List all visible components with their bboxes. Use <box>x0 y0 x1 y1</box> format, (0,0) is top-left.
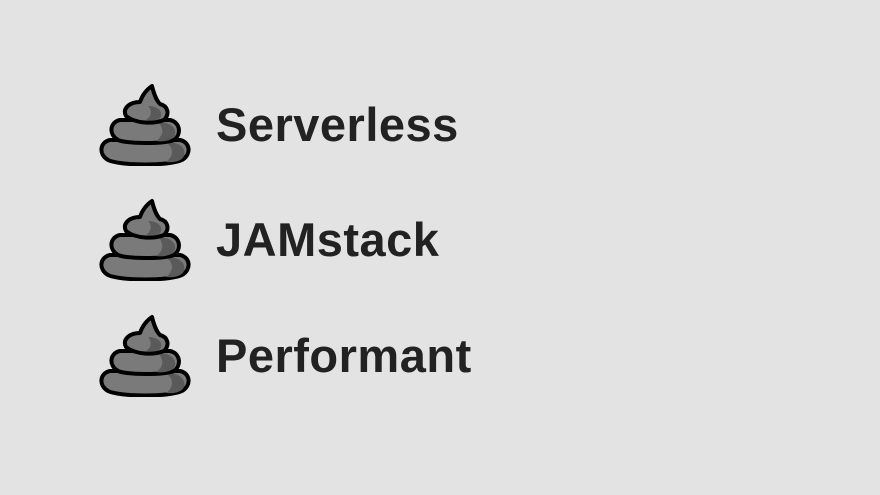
slide: Serverless JAMstack Performant <box>0 0 880 495</box>
pile-of-poo-icon <box>99 84 191 166</box>
item-label: Performant <box>216 328 472 382</box>
item-label: Serverless <box>216 97 459 151</box>
pile-of-poo-icon <box>99 315 191 397</box>
list-item: Performant <box>96 313 472 397</box>
list-item: JAMstack <box>96 197 439 281</box>
pile-of-poo-icon <box>99 199 191 281</box>
list-item: Serverless <box>96 82 459 166</box>
item-label: JAMstack <box>216 212 440 266</box>
